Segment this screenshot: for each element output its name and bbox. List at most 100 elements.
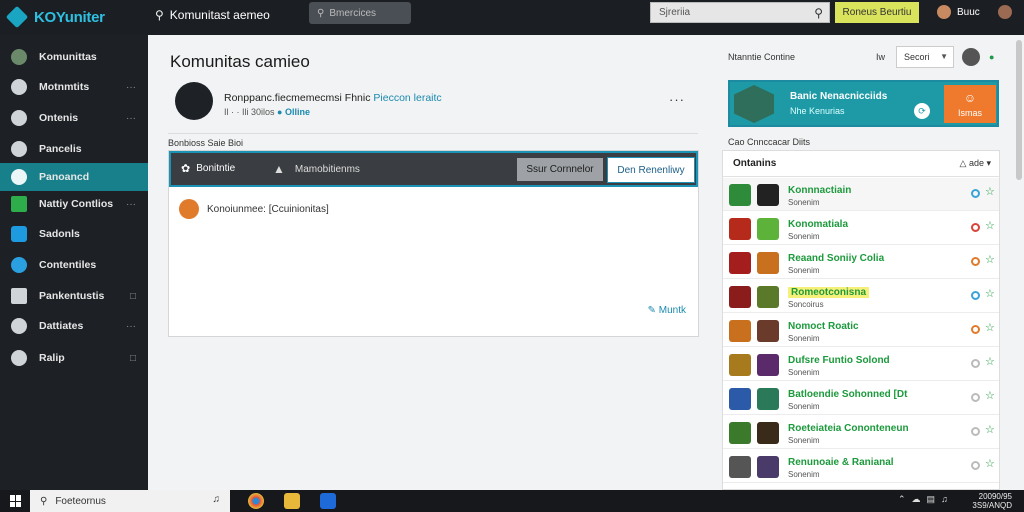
- avatar[interactable]: [175, 82, 213, 120]
- more-icon[interactable]: ···: [669, 92, 685, 107]
- list-item-title[interactable]: Reaand Soniiy Colia: [788, 253, 884, 264]
- scrollbar[interactable]: [1016, 40, 1022, 180]
- list-item[interactable]: Roeteiateia Cononteneun Sonenim ☆: [723, 416, 999, 449]
- community-search-label: Komunitast aemeo: [169, 8, 270, 22]
- list-item[interactable]: Reaand Soniiy Colia Sonenim ☆: [723, 246, 999, 279]
- star-icon[interactable]: ☆: [985, 355, 995, 368]
- square-icon[interactable]: □: [130, 291, 136, 302]
- sidebar-item-pankentustis[interactable]: Pankentustis □: [0, 282, 148, 310]
- sidebar-item-label: Pankentustis: [39, 290, 105, 302]
- submit-comment-button[interactable]: Ssur Cornnelor: [517, 158, 603, 181]
- sidebar-item-label: Contentiles: [39, 259, 97, 271]
- tab-bonitntie[interactable]: ✿ Bonitntie: [181, 162, 235, 175]
- clock[interactable]: 20090/95 3S9/ANQD: [960, 492, 1012, 510]
- avatar[interactable]: [962, 48, 980, 66]
- chat-icon: [11, 110, 27, 126]
- list-item-subtitle: Sonenim: [788, 436, 820, 445]
- list-item-title[interactable]: Romeotconisna: [788, 287, 870, 298]
- sidebar-item-sadonls[interactable]: Sadonls: [0, 220, 148, 248]
- more-icon[interactable]: ···: [126, 113, 136, 124]
- thumbnail: [757, 286, 779, 308]
- help-icon: [11, 350, 27, 366]
- search-input[interactable]: Sjreriia ⚲: [650, 2, 830, 23]
- brand-name: KOYuniter: [34, 8, 105, 26]
- list-item[interactable]: Dufsre Funtio Solond Sonenim ☆: [723, 348, 999, 381]
- refresh-icon[interactable]: ⟳: [914, 103, 930, 119]
- search-icon[interactable]: ⚲: [814, 6, 823, 20]
- list-filter[interactable]: △ ade ▾: [960, 158, 991, 169]
- list-item-title[interactable]: Roeteiateia Cononteneun: [788, 423, 909, 434]
- sidebar-item-ontenis[interactable]: Ontenis ···: [0, 104, 148, 132]
- more-icon[interactable]: ···: [126, 321, 136, 332]
- star-icon[interactable]: ☆: [985, 457, 995, 470]
- list-item[interactable]: Romeotconisna Soncoirus ☆: [723, 280, 999, 313]
- taskbar-search[interactable]: ⚲ Foeteornus ♫: [30, 490, 230, 512]
- community-search[interactable]: ⚲ Komunitast aemeo: [155, 4, 298, 26]
- star-icon[interactable]: ☆: [985, 253, 995, 266]
- tab-mamobitienms[interactable]: ▲ Mamobitienms: [273, 162, 360, 176]
- list-item-title[interactable]: Batloendie Sohonned [Dt: [788, 389, 907, 400]
- list-item[interactable]: Renunoaie & Ranianal Sonenim ☆: [723, 450, 999, 483]
- banner-button[interactable]: ☺ Ismas: [944, 85, 996, 123]
- sort-value: Secori: [904, 52, 930, 62]
- chrome-icon[interactable]: [248, 493, 264, 509]
- list-item[interactable]: Nomoct Roatic Sonenim ☆: [723, 314, 999, 347]
- app-icon[interactable]: [320, 493, 336, 509]
- list-item[interactable]: Konnnactiain Sonenim ☆: [723, 178, 999, 211]
- sidebar-item-dattiates[interactable]: Dattiates ···: [0, 312, 148, 340]
- join-button[interactable]: Roneus Beurtiu: [835, 2, 919, 23]
- folder-icon[interactable]: [284, 493, 300, 509]
- right-subhead: Cao Cnnccacar Diits: [728, 137, 811, 147]
- star-icon[interactable]: ☆: [985, 287, 995, 300]
- star-icon[interactable]: ☆: [985, 423, 995, 436]
- sidebar-item-komunittas[interactable]: Komunittas: [0, 43, 148, 71]
- layout-icon: [11, 288, 27, 304]
- square-icon[interactable]: □: [130, 353, 136, 364]
- mark-link[interactable]: ✎ Muntk: [648, 305, 686, 316]
- comment-text: Konoiunmee: [Ccuinionitas]: [207, 203, 329, 215]
- sidebar-item-motnmtits[interactable]: Motnmtits ···: [0, 73, 148, 101]
- list-item-title[interactable]: Konnnactiain: [788, 185, 851, 196]
- star-icon[interactable]: ☆: [985, 321, 995, 334]
- sort-select[interactable]: Secori ▼: [896, 46, 954, 68]
- search-icon: ⚲: [40, 495, 48, 507]
- sidebar-item-nattiy-contlios[interactable]: Nattiy Contlios ···: [0, 190, 148, 218]
- list-item[interactable]: Batloendie Sohonned [Dt Sonenim ☆: [723, 382, 999, 415]
- brand-logo[interactable]: KOYuniter: [5, 5, 105, 29]
- list-item[interactable]: Konomatiala Sonenim ☆: [723, 212, 999, 245]
- list-item-title[interactable]: Konomatiala: [788, 219, 848, 230]
- more-icon[interactable]: ···: [126, 199, 136, 210]
- promo-banner[interactable]: Banic Nenacnicciids Nhe Kenurias ⟳ ☺ Ism…: [728, 80, 999, 127]
- search-icon: ⚲: [317, 7, 325, 19]
- thumbnail: [729, 388, 751, 410]
- network-icon[interactable]: ▤: [927, 494, 936, 505]
- star-icon[interactable]: ☆: [985, 389, 995, 402]
- discussion-card: ✿ Bonitntie ▲ Mamobitienms Ssur Cornnelo…: [168, 150, 699, 337]
- sidebar-item-ralip[interactable]: Ralip □: [0, 344, 148, 372]
- sidebar-item-pancelis[interactable]: Pancelis: [0, 135, 148, 163]
- cloud-icon[interactable]: ☁: [912, 494, 921, 505]
- mic-icon[interactable]: ♫: [213, 494, 221, 505]
- star-icon[interactable]: ☆: [985, 185, 995, 198]
- open-renenliwy-button[interactable]: Den Renenliwy: [607, 157, 695, 183]
- more-icon[interactable]: ···: [126, 82, 136, 93]
- windows-start-icon[interactable]: [10, 495, 22, 507]
- sidebar-item-panoancd[interactable]: Panoancd: [0, 163, 148, 191]
- profile-avatar[interactable]: [998, 5, 1012, 19]
- community-list: Ontanins △ ade ▾ Konnnactiain Sonenim ☆ Kon…: [722, 150, 1000, 490]
- list-item-title[interactable]: Dufsre Funtio Solond: [788, 355, 890, 366]
- secondary-search[interactable]: ⚲ Bmercices: [309, 2, 411, 24]
- list-item-subtitle: Sonenim: [788, 232, 820, 241]
- star-icon[interactable]: ☆: [985, 219, 995, 232]
- status-icon: [971, 461, 980, 470]
- user-menu[interactable]: Buuc: [937, 5, 980, 19]
- chevron-up-icon[interactable]: ⌃: [898, 494, 906, 505]
- volume-icon[interactable]: ♫: [941, 494, 948, 505]
- post-text-link[interactable]: Pieccon leraitc: [373, 92, 441, 104]
- avatar[interactable]: [179, 199, 199, 219]
- list-item-title[interactable]: Nomoct Roatic: [788, 321, 859, 332]
- list-item-title[interactable]: Renunoaie & Ranianal: [788, 457, 894, 468]
- thumbnail: [729, 252, 751, 274]
- thumbnail: [757, 320, 779, 342]
- sidebar-item-contentiles[interactable]: Contentiles: [0, 251, 148, 279]
